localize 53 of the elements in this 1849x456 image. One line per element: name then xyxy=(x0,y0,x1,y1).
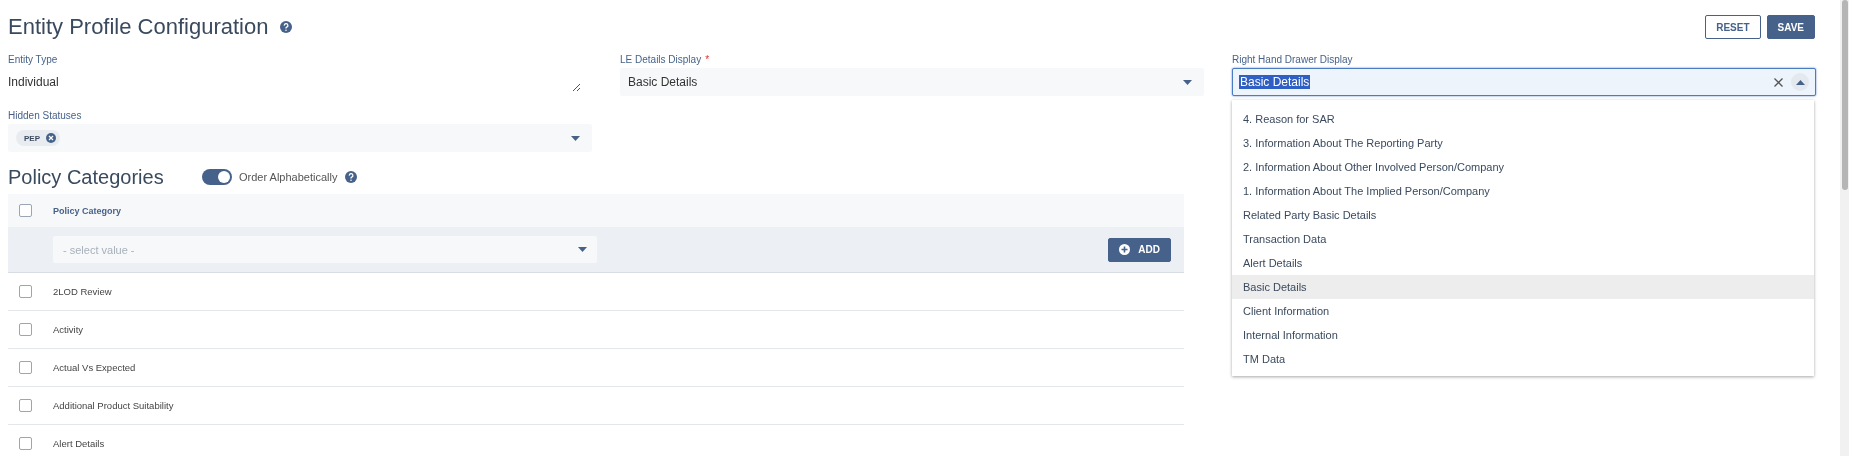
checkbox[interactable] xyxy=(19,361,32,374)
help-icon xyxy=(280,21,293,33)
dropdown-option[interactable]: Basic Details xyxy=(1232,275,1814,299)
field-label: LE Details Display xyxy=(620,54,702,65)
status-chip: PEP xyxy=(16,130,60,146)
table-cell: Activity xyxy=(53,324,84,335)
dropdown-option[interactable]: 4. Reason for SAR xyxy=(1232,107,1814,131)
clear-icon xyxy=(1774,77,1783,87)
column-header: Policy Category xyxy=(53,205,122,216)
caret-icon xyxy=(1183,79,1192,85)
dropdown-option[interactable]: Internal Information xyxy=(1232,323,1814,347)
table-cell: Additional Product Suitability xyxy=(53,400,174,411)
dropdown-option[interactable]: Related Party Basic Details xyxy=(1232,203,1814,227)
required-mark: * xyxy=(705,54,710,65)
plus-circle-icon xyxy=(1119,244,1131,255)
dropdown-option[interactable]: Alert Details xyxy=(1232,251,1814,275)
section-title: Policy Categories xyxy=(8,165,165,189)
field-label: Entity Type xyxy=(8,54,58,65)
add-button[interactable]: ADD xyxy=(1108,237,1171,262)
page-title: Entity Profile Configuration xyxy=(8,14,269,40)
text-area[interactable]: Individual xyxy=(8,68,592,96)
field-label: Hidden Statuses xyxy=(8,110,82,121)
select-field[interactable]: Basic Details xyxy=(620,68,1204,96)
dropdown-option[interactable]: Client Information xyxy=(1232,299,1814,323)
dropdown-option[interactable]: Transaction Data xyxy=(1232,227,1814,251)
dropdown-option[interactable]: 1. Information About The Implied Person/Company xyxy=(1232,179,1814,203)
remove-icon xyxy=(46,133,56,143)
resize-handle-icon xyxy=(573,84,580,91)
checkbox[interactable] xyxy=(19,323,32,336)
help-icon xyxy=(345,171,358,183)
scrollbar-thumb[interactable] xyxy=(1842,0,1848,190)
checkbox[interactable] xyxy=(19,285,32,298)
reset-button[interactable]: RESET xyxy=(1705,15,1761,39)
table-cell: Actual Vs Expected xyxy=(53,362,136,373)
combo-box[interactable]: Basic Details xyxy=(1232,68,1816,96)
dropdown-option[interactable]: 3. Information About The Reporting Party xyxy=(1232,131,1814,155)
toggle-switch[interactable] xyxy=(202,169,232,185)
caret-icon xyxy=(571,135,580,141)
multi-select-field[interactable]: PEP xyxy=(8,124,592,152)
save-button[interactable]: SAVE xyxy=(1766,15,1815,39)
table-cell: Alert Details xyxy=(53,438,105,449)
field-label: Right Hand Drawer Display xyxy=(1232,54,1353,65)
checkbox[interactable] xyxy=(19,399,32,412)
checkbox[interactable] xyxy=(19,204,32,217)
caret-icon xyxy=(1795,79,1805,85)
scrollbar[interactable] xyxy=(1840,0,1849,456)
toggle-label: Order Alphabetically xyxy=(239,171,338,183)
dropdown-option[interactable]: TM Data xyxy=(1232,347,1814,371)
toggle-button[interactable] xyxy=(1791,73,1809,91)
caret-icon xyxy=(578,247,587,252)
dropdown-option[interactable]: 2. Information About Other Involved Person/Company xyxy=(1232,155,1814,179)
table-cell: 2LOD Review xyxy=(53,286,112,297)
checkbox[interactable] xyxy=(19,437,32,450)
